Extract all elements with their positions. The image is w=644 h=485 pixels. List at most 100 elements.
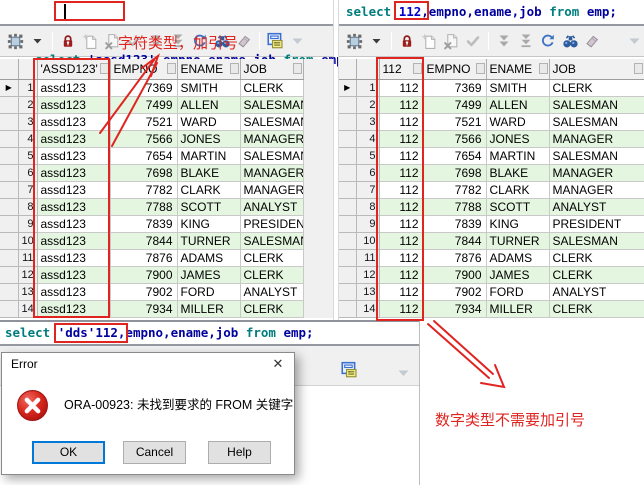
help-button[interactable]: Help (208, 441, 271, 464)
grid-cell[interactable]: SCOTT (486, 198, 550, 216)
grid-cell[interactable]: JAMES (486, 266, 550, 284)
grid-cell[interactable]: MANAGER (240, 164, 304, 182)
grid-cell[interactable]: 112 (379, 300, 424, 318)
grid-cell[interactable]: 112 (379, 249, 424, 267)
row-number[interactable]: 4 (356, 130, 380, 148)
row-number[interactable]: 7 (356, 181, 380, 199)
grid-cell[interactable]: SALESMAN (549, 113, 644, 131)
grid-cell[interactable]: 112 (379, 266, 424, 284)
grid-cell[interactable]: ANALYST (549, 283, 644, 301)
grid-cell[interactable]: MANAGER (240, 130, 304, 148)
grid-cell[interactable]: 7876 (423, 249, 487, 267)
grid-cell[interactable]: ALLEN (177, 96, 241, 114)
ok-button[interactable]: OK (32, 441, 105, 464)
grid-cell[interactable]: 7900 (110, 266, 178, 284)
grid-cell[interactable]: SALESMAN (549, 147, 644, 165)
grid-cell[interactable]: SCOTT (177, 198, 241, 216)
row-number[interactable]: 14 (18, 300, 38, 318)
grid-cell[interactable]: assd123 (37, 147, 111, 165)
grid-cell[interactable]: PRESIDENT (240, 215, 304, 233)
grid-cell[interactable]: TURNER (177, 232, 241, 250)
grid-cell[interactable]: MANAGER (549, 181, 644, 199)
grid-cell[interactable]: 112 (379, 164, 424, 182)
grid-cell[interactable]: CLERK (549, 300, 644, 318)
grid-cell[interactable]: WARD (177, 113, 241, 131)
grid-cell[interactable]: assd123 (37, 113, 111, 131)
find-icon[interactable] (560, 31, 580, 51)
row-number[interactable]: 2 (18, 96, 38, 114)
grid-cell[interactable]: 112 (379, 232, 424, 250)
row-number[interactable]: 3 (356, 113, 380, 131)
row-number[interactable]: 6 (18, 164, 38, 182)
grid-cell[interactable]: 7521 (423, 113, 487, 131)
eraser-icon[interactable] (582, 31, 602, 51)
grid-cell[interactable]: 7698 (423, 164, 487, 182)
row-number[interactable]: 14 (356, 300, 380, 318)
grid-cell[interactable]: 7782 (110, 181, 178, 199)
grid-cell[interactable]: ALLEN (486, 96, 550, 114)
grid-cell[interactable]: 112 (379, 130, 424, 148)
grid-cell[interactable]: FORD (177, 283, 241, 301)
grid-cell[interactable]: MARTIN (177, 147, 241, 165)
grid-cell[interactable]: CLERK (240, 79, 304, 97)
grid-cell[interactable]: 7844 (423, 232, 487, 250)
grid-cell[interactable]: 7788 (423, 198, 487, 216)
grid-cell[interactable]: SALESMAN (240, 96, 304, 114)
grid-cell[interactable]: assd123 (37, 232, 111, 250)
grid-cell[interactable]: 112 (379, 215, 424, 233)
grid-cell[interactable]: CLARK (486, 181, 550, 199)
grid-cell[interactable]: 7521 (110, 113, 178, 131)
row-number[interactable]: 11 (18, 249, 38, 267)
refresh-icon[interactable] (538, 31, 558, 51)
grid-cell[interactable]: PRESIDENT (549, 215, 644, 233)
grid-cell[interactable]: SALESMAN (240, 232, 304, 250)
column-header[interactable]: JOB (549, 59, 644, 80)
grid-cell[interactable]: 7839 (110, 215, 178, 233)
frame-icon[interactable] (344, 31, 364, 51)
grid-cell[interactable]: 112 (379, 198, 424, 216)
grid-cell[interactable]: FORD (486, 283, 550, 301)
grid-cell[interactable]: JONES (177, 130, 241, 148)
sql-editor-right[interactable]: select 112,empno,ename,job from emp; (339, 0, 644, 26)
row-number[interactable]: 13 (18, 283, 38, 301)
grid-cell[interactable]: 7902 (110, 283, 178, 301)
sql-editor-bottom[interactable]: select 'dds'112,empno,ename,job from emp… (0, 322, 419, 346)
grid-cell[interactable]: 112 (379, 79, 424, 97)
grid-cell[interactable]: WARD (486, 113, 550, 131)
row-number[interactable]: 1 (18, 79, 38, 97)
column-header[interactable]: EMPNO (110, 59, 178, 80)
grid-cell[interactable]: assd123 (37, 300, 111, 318)
grid-cell[interactable]: 7902 (423, 283, 487, 301)
grid-cell[interactable]: MILLER (486, 300, 550, 318)
column-header[interactable]: ENAME (486, 59, 550, 80)
grid-cell[interactable]: 7934 (110, 300, 178, 318)
grid-cell[interactable]: 7844 (110, 232, 178, 250)
grid-cell[interactable]: 7369 (110, 79, 178, 97)
grid-cell[interactable]: assd123 (37, 130, 111, 148)
dropdown-icon[interactable] (366, 31, 386, 51)
row-number[interactable]: 3 (18, 113, 38, 131)
grid-cell[interactable]: 112 (379, 283, 424, 301)
grid-cell[interactable]: CLERK (240, 300, 304, 318)
cancel-button[interactable]: Cancel (123, 441, 186, 464)
row-number[interactable]: 6 (356, 164, 380, 182)
grid-cell[interactable]: 7499 (110, 96, 178, 114)
row-number[interactable]: 5 (356, 147, 380, 165)
column-header[interactable]: 'ASSD123' (37, 59, 111, 80)
grid-cell[interactable]: assd123 (37, 215, 111, 233)
grid-cell[interactable]: CLERK (549, 266, 644, 284)
grid-cell[interactable]: MILLER (177, 300, 241, 318)
grid-cell[interactable]: SALESMAN (240, 113, 304, 131)
grid-cell[interactable]: KING (177, 215, 241, 233)
fetch-next-icon[interactable] (494, 31, 514, 51)
column-header[interactable]: 112 (379, 59, 424, 80)
column-header[interactable]: EMPNO (423, 59, 487, 80)
grid-cell[interactable]: 7369 (423, 79, 487, 97)
row-number[interactable]: 8 (18, 198, 38, 216)
new-page-icon[interactable] (419, 31, 439, 51)
grid-cell[interactable]: 7788 (110, 198, 178, 216)
grid-cell[interactable]: assd123 (37, 96, 111, 114)
grid-cell[interactable]: JONES (486, 130, 550, 148)
row-number[interactable]: 9 (356, 215, 380, 233)
check-icon[interactable] (463, 31, 483, 51)
